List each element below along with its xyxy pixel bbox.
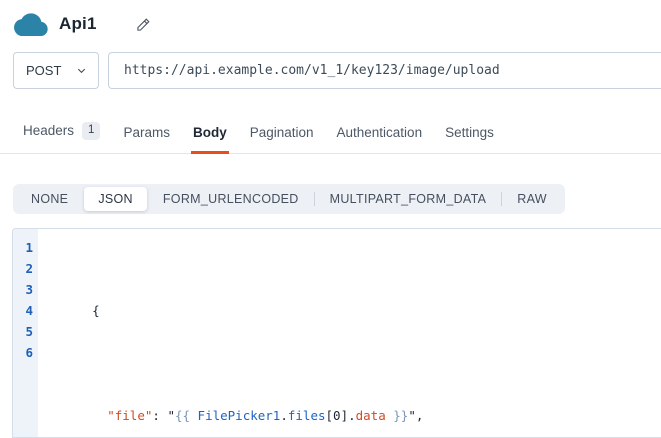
edit-api-name-button[interactable] (135, 15, 153, 33)
line-number: 1 (13, 237, 33, 258)
tab-settings[interactable]: Settings (445, 125, 494, 153)
line-number: 6 (13, 342, 33, 363)
body-type-raw[interactable]: RAW (502, 192, 562, 206)
tab-headers[interactable]: Headers 1 (23, 122, 100, 153)
chevron-down-icon (76, 65, 87, 76)
body-type-form-urlencoded[interactable]: FORM_URLENCODED (148, 192, 314, 206)
line-number: 3 (13, 279, 33, 300)
tab-pagination[interactable]: Pagination (250, 125, 314, 153)
api-header: Api1 (0, 0, 661, 38)
code-content[interactable]: { "file": "{{ FilePicker1.files[0].data … (38, 229, 661, 437)
tab-params[interactable]: Params (123, 125, 170, 153)
request-row: POST https://api.example.com/v1_1/key123… (13, 52, 661, 89)
tab-authentication[interactable]: Authentication (337, 125, 423, 153)
code-line: "file": "{{ FilePicker1.files[0].data }}… (47, 384, 661, 438)
headers-count-badge: 1 (82, 122, 100, 140)
request-tabs: Headers 1 Params Body Pagination Authent… (0, 122, 661, 154)
line-number: 5 (13, 321, 33, 342)
line-number: 4 (13, 300, 33, 321)
json-body-editor: 1 2 3 4 5 6 { "file": "{{ FilePicker1.fi… (12, 228, 661, 438)
pencil-icon (136, 17, 151, 32)
body-type-multipart-form-data[interactable]: MULTIPART_FORM_DATA (315, 192, 502, 206)
cloud-icon (14, 11, 48, 37)
line-number: 2 (13, 258, 33, 279)
method-select[interactable]: POST (13, 52, 99, 89)
method-select-value: POST (26, 63, 61, 78)
body-type-selector: NONE JSON FORM_URLENCODED MULTIPART_FORM… (13, 184, 565, 214)
code-line: { (47, 279, 661, 342)
editor-gutter: 1 2 3 4 5 6 (13, 229, 38, 437)
body-type-none[interactable]: NONE (16, 192, 83, 206)
url-input[interactable]: https://api.example.com/v1_1/key123/imag… (108, 52, 661, 89)
api-title: Api1 (59, 14, 97, 34)
body-type-json[interactable]: JSON (84, 187, 147, 211)
tab-body[interactable]: Body (193, 125, 227, 153)
